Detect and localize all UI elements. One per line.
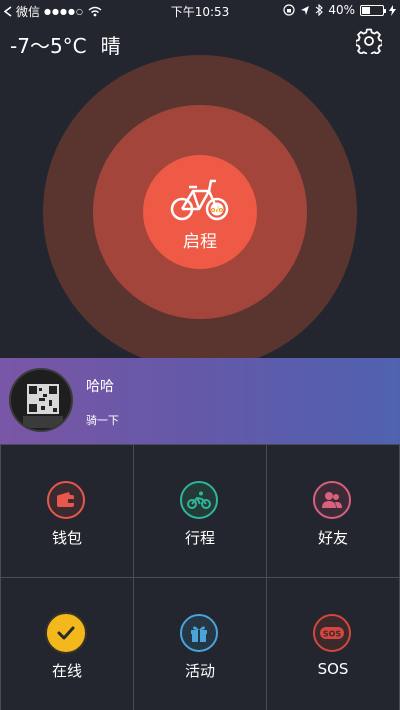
menu-label-online: 在线 xyxy=(51,662,82,680)
wallet-icon xyxy=(47,481,85,519)
avatar-qr-image xyxy=(11,370,71,430)
menu-item-online[interactable]: 在线 xyxy=(1,578,133,710)
bicycle-icon: ofo xyxy=(170,179,229,221)
menu-item-sos[interactable]: SOS SOS xyxy=(267,578,399,710)
sos-icon: SOS xyxy=(313,614,351,652)
menu-grid: 钱包 行程 好友 在线 活动 SOS SOS xyxy=(0,444,400,710)
start-ride-button[interactable]: ofo 启程 xyxy=(143,155,257,269)
avatar[interactable] xyxy=(9,368,73,432)
weather-info: -7～5°C 晴 xyxy=(10,30,121,59)
menu-label-wallet: 钱包 xyxy=(51,529,82,547)
menu-item-friends[interactable]: 好友 xyxy=(267,445,399,577)
menu-item-trips[interactable]: 行程 xyxy=(134,445,266,577)
profile-subtitle: 骑一下 xyxy=(86,414,119,427)
profile-banner[interactable]: 哈哈 骑一下 xyxy=(0,358,400,444)
temperature-range: -7～5°C xyxy=(10,34,87,58)
menu-item-wallet[interactable]: 钱包 xyxy=(1,445,133,577)
gift-icon xyxy=(180,614,218,652)
svg-text:SOS: SOS xyxy=(323,630,342,639)
settings-gear-icon[interactable] xyxy=(356,28,382,54)
menu-label-events: 活动 xyxy=(184,662,215,680)
menu-label-friends: 好友 xyxy=(317,529,348,547)
menu-label-sos: SOS xyxy=(317,660,349,678)
check-icon xyxy=(47,614,85,652)
menu-label-trips: 行程 xyxy=(184,529,215,547)
start-label: 启程 xyxy=(183,232,217,252)
profile-name: 哈哈 xyxy=(86,379,114,395)
weather-condition: 晴 xyxy=(100,34,121,58)
friends-icon xyxy=(313,481,351,519)
menu-item-events[interactable]: 活动 xyxy=(134,578,266,710)
bike-icon xyxy=(180,481,218,519)
